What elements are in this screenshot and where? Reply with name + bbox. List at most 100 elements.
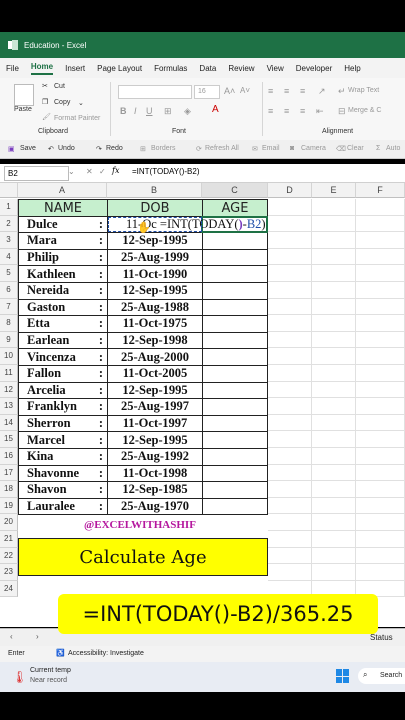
empty-cell[interactable] — [312, 331, 356, 349]
merge-icon[interactable]: ⊟ — [338, 106, 346, 117]
age-cell[interactable] — [202, 265, 268, 283]
undo-icon[interactable]: ↶ — [48, 145, 54, 153]
row-header[interactable]: 21 — [0, 531, 18, 548]
empty-cell[interactable] — [312, 265, 356, 282]
row-header[interactable]: 17 — [0, 464, 18, 482]
empty-cell[interactable] — [268, 497, 312, 515]
clear-icon[interactable]: ⌫ — [336, 145, 346, 153]
empty-cell[interactable] — [356, 431, 405, 448]
empty-cell[interactable] — [356, 398, 405, 415]
empty-cell[interactable] — [312, 497, 356, 515]
orientation-icon[interactable]: ↗ — [318, 86, 326, 97]
empty-cell[interactable] — [356, 448, 405, 465]
dob-cell[interactable]: 12-Sep-1995 — [107, 381, 203, 400]
age-cell[interactable] — [202, 365, 268, 383]
name-cell[interactable]: Philip: — [18, 248, 108, 267]
empty-cell[interactable] — [356, 199, 405, 216]
age-cell[interactable] — [202, 331, 268, 350]
row-header[interactable]: 2 — [0, 215, 18, 233]
empty-cell[interactable] — [356, 414, 405, 432]
insert-function-icon[interactable]: fx — [112, 166, 119, 175]
empty-cell[interactable] — [268, 481, 312, 498]
borders-button[interactable]: Borders — [151, 145, 176, 152]
row-header[interactable]: 1 — [0, 199, 18, 216]
dob-cell[interactable]: 25-Aug-2000 — [107, 348, 203, 366]
cut-button[interactable]: Cut — [54, 83, 65, 90]
fill-color-icon[interactable]: ◈ — [184, 106, 191, 117]
confirm-icon[interactable]: ✓ — [99, 167, 106, 176]
save-button[interactable]: Save — [20, 145, 36, 152]
border-icon[interactable]: ⊞ — [164, 106, 172, 117]
align-top-icon[interactable]: ≡ — [268, 86, 273, 96]
empty-cell[interactable] — [312, 232, 356, 249]
empty-cell[interactable] — [268, 431, 312, 448]
empty-cell[interactable] — [312, 448, 356, 465]
empty-cell[interactable] — [312, 514, 356, 531]
name-cell[interactable]: Shavonne: — [18, 464, 108, 483]
dob-cell[interactable]: 11-Oct-1975 — [107, 315, 203, 333]
empty-cell[interactable] — [268, 547, 312, 565]
empty-cell[interactable] — [356, 248, 405, 266]
menu-home[interactable]: Home — [30, 62, 54, 75]
menu-view[interactable]: View — [267, 64, 284, 73]
name-cell[interactable]: Shavon: — [18, 481, 108, 499]
header-age[interactable]: AGE — [202, 199, 268, 217]
empty-cell[interactable] — [268, 348, 312, 365]
empty-cell[interactable] — [268, 398, 312, 415]
refresh-icon[interactable]: ⟳ — [196, 145, 202, 153]
empty-cell[interactable] — [268, 514, 312, 531]
menu-review[interactable]: Review — [228, 64, 254, 73]
row-header[interactable]: 12 — [0, 381, 18, 399]
dob-cell[interactable]: 25-Aug-1988 — [107, 298, 203, 317]
menu-data[interactable]: Data — [199, 64, 216, 73]
menu-file[interactable]: File — [6, 64, 19, 73]
empty-cell[interactable] — [356, 282, 405, 299]
empty-cell[interactable] — [356, 315, 405, 332]
empty-cell[interactable] — [356, 331, 405, 349]
empty-cell[interactable] — [356, 481, 405, 498]
column-header-e[interactable]: E — [312, 183, 356, 198]
tab-scroll-right-icon[interactable]: › — [36, 632, 39, 641]
header-dob[interactable]: DOB — [107, 199, 203, 217]
name-cell[interactable]: Gaston: — [18, 298, 108, 317]
row-header[interactable]: 10 — [0, 348, 18, 365]
empty-cell[interactable] — [356, 547, 405, 565]
name-cell[interactable]: Sherron: — [18, 414, 108, 433]
name-cell[interactable]: Dulce: — [18, 215, 108, 234]
empty-cell[interactable] — [356, 497, 405, 515]
row-header[interactable]: 19 — [0, 497, 18, 515]
row-header[interactable]: 3 — [0, 232, 18, 249]
name-cell[interactable]: Marcel: — [18, 431, 108, 449]
age-cell[interactable] — [202, 298, 268, 317]
copy-icon[interactable]: ❐ — [42, 98, 48, 106]
empty-cell[interactable] — [312, 531, 356, 548]
windows-start-icon[interactable] — [336, 669, 350, 683]
name-cell[interactable]: Earlean: — [18, 331, 108, 350]
column-header-a[interactable]: A — [18, 183, 107, 198]
wrap-text-button[interactable]: Wrap Text — [348, 87, 379, 94]
row-header[interactable]: 4 — [0, 248, 18, 266]
empty-cell[interactable] — [268, 199, 312, 216]
row-header[interactable]: 8 — [0, 315, 18, 332]
weather-title[interactable]: Current temp — [30, 667, 71, 674]
empty-cell[interactable] — [356, 381, 405, 399]
row-header[interactable]: 14 — [0, 414, 18, 432]
empty-cell[interactable] — [312, 348, 356, 365]
taskbar-search-box[interactable]: ⌕ Search — [358, 668, 405, 684]
empty-cell[interactable] — [312, 381, 356, 399]
clear-button[interactable]: Clear — [347, 145, 364, 152]
name-cell[interactable]: Etta: — [18, 315, 108, 333]
row-header[interactable]: 20 — [0, 514, 18, 531]
age-cell[interactable] — [202, 398, 268, 416]
dob-cell[interactable]: 12-Sep-1995 — [107, 282, 203, 300]
menu-developer[interactable]: Developer — [296, 64, 332, 73]
empty-cell[interactable] — [268, 265, 312, 282]
row-header[interactable]: 11 — [0, 365, 18, 382]
empty-cell[interactable] — [268, 531, 312, 548]
name-cell[interactable]: Nereida: — [18, 282, 108, 300]
name-cell[interactable]: Kina: — [18, 448, 108, 466]
name-cell[interactable]: Franklyn: — [18, 398, 108, 416]
empty-cell[interactable] — [312, 298, 356, 316]
wrap-text-icon[interactable]: ↵ — [338, 86, 346, 97]
empty-cell[interactable] — [356, 365, 405, 382]
